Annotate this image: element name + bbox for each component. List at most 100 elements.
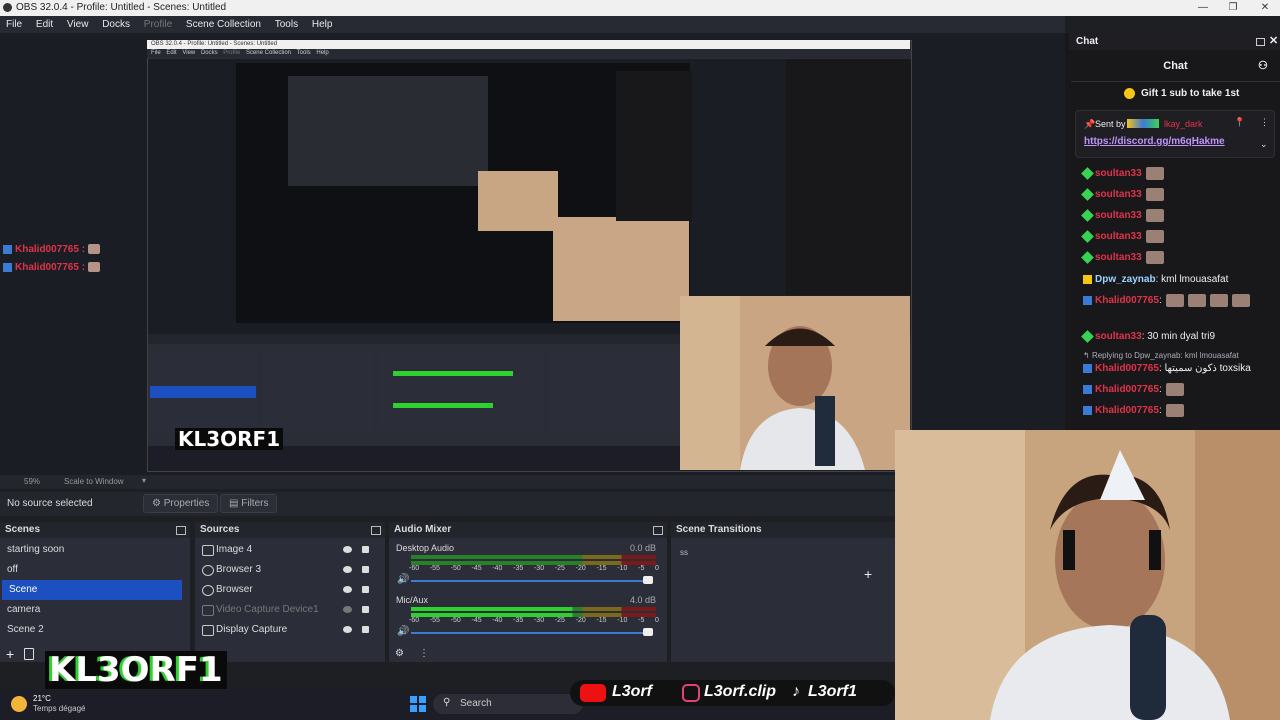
camera-icon [202, 605, 214, 616]
globe-icon [202, 585, 214, 596]
filters-button[interactable]: ▤ Filters [220, 494, 278, 513]
source-item[interactable]: Browser [202, 580, 382, 600]
chat-message: Khalid007765: [1083, 294, 1273, 307]
close-icon[interactable]: ✕ [1250, 0, 1280, 16]
properties-button[interactable]: ⚙ Properties [143, 494, 219, 513]
chat-message: soultan33 [1081, 251, 1273, 264]
close-icon[interactable]: ✕ [1269, 33, 1278, 50]
undock-icon[interactable] [371, 526, 381, 535]
undock-icon[interactable] [176, 526, 186, 535]
lock-icon[interactable] [362, 546, 369, 553]
more-icon[interactable]: ⋮ [419, 648, 429, 659]
add-transition-button[interactable]: + [864, 566, 872, 582]
volume-slider-handle[interactable] [643, 576, 653, 584]
lock-icon[interactable] [362, 626, 369, 633]
youtube-icon [580, 684, 606, 702]
scene-item[interactable]: off [0, 560, 182, 580]
eye-icon[interactable] [343, 586, 352, 593]
instagram-icon [682, 684, 700, 702]
source-item[interactable]: Display Capture [202, 620, 382, 640]
chat-dock-header: Chat ✕ [1069, 33, 1280, 50]
chat-message: Khalid007765: ذكون سميتها toxsika [1083, 362, 1273, 375]
minimize-icon[interactable]: — [1188, 0, 1218, 16]
scenes-header: Scenes [0, 522, 190, 538]
trash-icon[interactable] [24, 648, 34, 660]
undock-icon[interactable] [653, 526, 663, 535]
undock-icon[interactable] [1256, 38, 1265, 46]
chevron-down-icon[interactable]: ⌄ [1260, 139, 1268, 150]
eye-icon[interactable] [343, 626, 352, 633]
users-icon[interactable]: ⚇ [1258, 52, 1268, 81]
transition-select[interactable]: ss [680, 548, 688, 557]
gear-icon[interactable]: ⚙ [395, 648, 404, 659]
speaker-icon[interactable]: 🔊 [397, 574, 409, 585]
volume-slider[interactable] [411, 632, 651, 634]
scene-item[interactable]: camera [0, 600, 182, 620]
zoom-level[interactable]: 59% [24, 477, 40, 486]
menu-view[interactable]: View [61, 16, 94, 32]
emote [1145, 209, 1164, 222]
channel-name: Desktop Audio [396, 543, 455, 553]
pinned-link[interactable]: https://discord.gg/m6qHakme [1084, 136, 1225, 147]
scenes-dock: Scenes starting soon off Scene camera Sc… [0, 522, 190, 662]
window-title: OBS 32.0.4 - Profile: Untitled - Scenes:… [16, 2, 227, 13]
chat-message: soultan33 [1081, 209, 1273, 222]
lock-icon[interactable] [362, 566, 369, 573]
image-icon [202, 545, 214, 556]
taskbar-search[interactable]: ⚲ Search [433, 694, 583, 714]
lock-icon[interactable] [362, 586, 369, 593]
source-status: No source selected [7, 498, 93, 509]
lock-icon[interactable] [362, 606, 369, 613]
scene-item[interactable]: Scene 2 [0, 620, 182, 640]
search-icon: ⚲ [443, 697, 451, 708]
badges [1127, 119, 1159, 128]
menu-profile[interactable]: Profile [138, 16, 177, 32]
social-banner: L3orf L3orf.clip ♪ L3orf1 [570, 680, 895, 706]
volume-slider[interactable] [411, 580, 651, 582]
tiktok-icon: ♪ [792, 683, 800, 700]
pin-icon[interactable]: 📍 [1234, 117, 1245, 128]
chat-header: Chat ⚇ [1071, 52, 1280, 82]
scene-item-selected[interactable]: Scene [2, 580, 182, 600]
source-item[interactable]: Browser 3 [202, 560, 382, 580]
menu-scene-collection[interactable]: Scene Collection [180, 16, 266, 32]
sources-dock: Sources Image 4 Browser 3 Browser Video … [195, 522, 385, 662]
menu-edit[interactable]: Edit [30, 16, 58, 32]
volume-slider-handle[interactable] [643, 628, 653, 636]
windows-start-icon[interactable] [410, 696, 426, 712]
maximize-icon[interactable]: ❐ [1218, 0, 1248, 16]
menu-tools[interactable]: Tools [269, 16, 303, 32]
menu-file[interactable]: File [0, 16, 27, 32]
gear-icon: ⚙ [152, 498, 164, 509]
nested-menu-bar: File Edit View Docks Profile Scene Colle… [147, 49, 910, 58]
reply-icon: ↰ [1083, 351, 1092, 360]
emote [1145, 167, 1164, 180]
gift-banner[interactable]: Gift 1 sub to take 1st [1141, 88, 1239, 99]
weather-desc: Temps dégagé [33, 704, 86, 713]
chat-message: soultan33 [1081, 188, 1273, 201]
eye-icon[interactable] [343, 546, 352, 553]
eye-icon[interactable] [343, 566, 352, 573]
menu-help[interactable]: Help [306, 16, 338, 32]
scene-transitions-dock: Scene Transitions ss + [671, 522, 895, 662]
pin-icon: 📌 [1084, 119, 1096, 129]
source-item-disabled[interactable]: Video Capture Device1 [202, 600, 382, 620]
filter-icon: ▤ [229, 498, 242, 509]
audio-mixer-dock: Audio Mixer Desktop Audio 0.0 dB -60 -55-… [389, 522, 667, 662]
pinned-message: 📌 Sent by lkay_dark 📍 ⋮ https://discord.… [1075, 110, 1275, 158]
add-scene-button[interactable]: + [6, 646, 14, 662]
meter-ticks: -60 -55 -50 -45 -40 -35 -30 -25 -20 -15 -10 -5 0 [409, 565, 659, 572]
source-item[interactable]: Image 4 [202, 540, 382, 560]
chat-message: Dpw_zaynab: kml lmouasafat [1083, 273, 1273, 286]
chevron-down-icon[interactable]: ▾ [142, 476, 146, 485]
webcam-feed [895, 430, 1280, 720]
more-icon[interactable]: ⋮ [1260, 117, 1269, 128]
eye-off-icon[interactable] [343, 606, 352, 613]
twitch-badge-icon [3, 262, 12, 272]
scene-transitions-header: Scene Transitions [671, 522, 895, 538]
scene-item[interactable]: starting soon [0, 540, 182, 560]
scale-mode-select[interactable]: Scale to Window [64, 477, 124, 486]
menu-docks[interactable]: Docks [96, 16, 135, 32]
speaker-icon[interactable]: 🔊 [397, 626, 409, 637]
nested-title-bar: OBS 32.0.4 - Profile: Untitled - Scenes:… [147, 40, 910, 49]
